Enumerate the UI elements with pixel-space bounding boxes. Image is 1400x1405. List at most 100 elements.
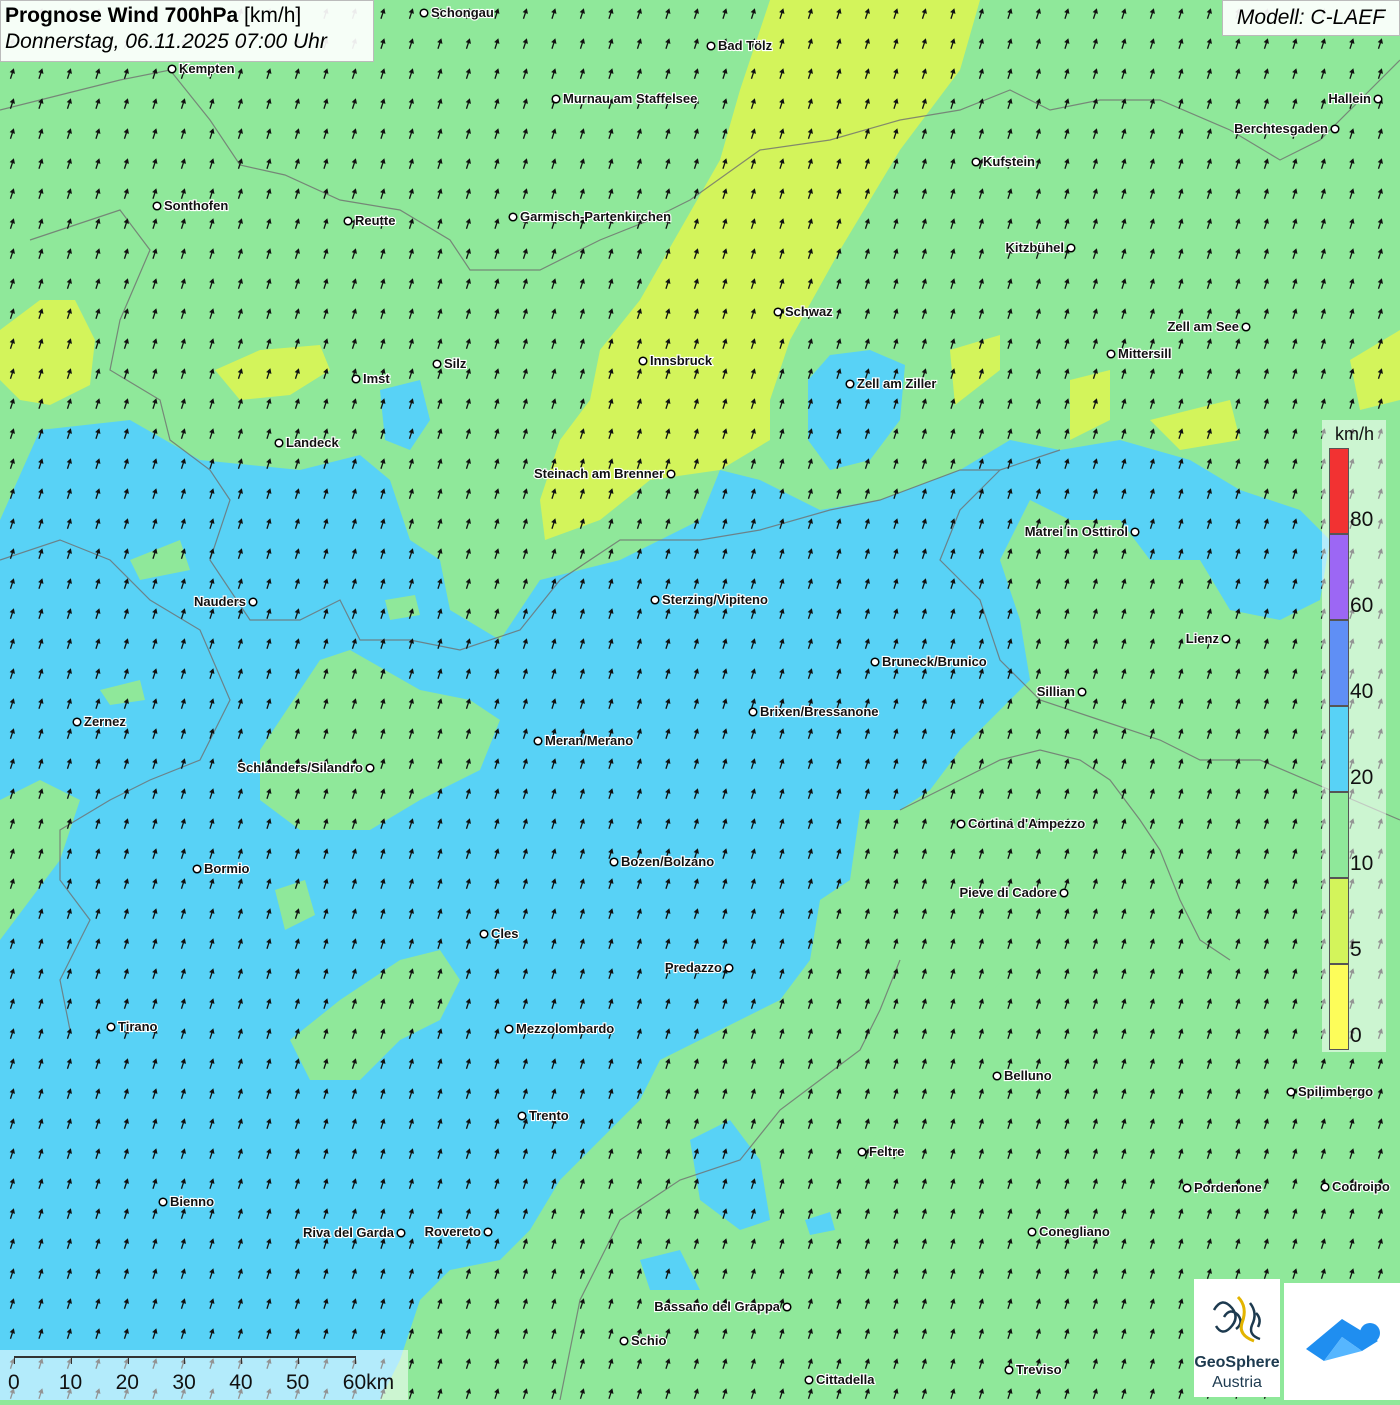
city-label: Garmisch-Partenkirchen (520, 209, 671, 224)
city-label: Sterzing/Vipiteno (662, 592, 768, 607)
city-dot (619, 1336, 629, 1346)
city-label: Matrei in Osttirol (1025, 524, 1128, 539)
city-dot (504, 1024, 514, 1034)
city-marker: Zell am Ziller (845, 375, 938, 392)
legend-tick-label: 60 (1350, 594, 1374, 617)
legend-color-band (1329, 878, 1349, 964)
city-label: Imst (363, 371, 390, 386)
legend-tick-label: 0 (1350, 1024, 1362, 1047)
city-label: Predazzo (665, 960, 722, 975)
city-dot (365, 763, 375, 773)
city-dot (152, 201, 162, 211)
city-dot (870, 657, 880, 667)
map-title: Prognose Wind 700hPa [km/h] (5, 4, 369, 28)
city-label: Schwaz (785, 304, 833, 319)
city-label: Schongau (431, 5, 494, 20)
city-marker: Berchtesgaden (1233, 120, 1340, 137)
city-label: Bormio (204, 861, 250, 876)
forecast-datetime: Donnerstag, 06.11.2025 07:00 Uhr (5, 30, 327, 53)
city-label: Cittadella (816, 1372, 875, 1387)
city-label: Mittersill (1118, 346, 1171, 361)
city-dot (419, 8, 429, 18)
title-box: Prognose Wind 700hPa [km/h] Donnerstag, … (0, 0, 374, 62)
city-dot (479, 929, 489, 939)
city-label: Landeck (286, 435, 340, 450)
city-label: Pordenone (1194, 1180, 1262, 1195)
legend-color-band (1329, 706, 1349, 792)
city-label: Riva del Garda (303, 1225, 395, 1240)
city-marker: Sterzing/Vipiteno (650, 591, 769, 608)
scale-tick (127, 1356, 129, 1364)
city-label: Rovereto (425, 1224, 481, 1239)
legend-color-band (1329, 620, 1349, 706)
city-marker: Conegliano (1027, 1223, 1111, 1240)
city-label: Kufstein (983, 154, 1035, 169)
city-label: Bienno (170, 1194, 214, 1209)
legend-unit: km/h (1335, 424, 1375, 444)
city-dot (956, 819, 966, 829)
city-label: Kitzbühel (1006, 240, 1065, 255)
city-dot (1059, 888, 1069, 898)
city-dot (1182, 1183, 1192, 1193)
geosphere-logo[interactable]: GeoSphere Austria (1194, 1279, 1280, 1397)
city-dot (396, 1228, 406, 1238)
city-dot (1077, 687, 1087, 697)
legend-tick-label: 20 (1350, 766, 1374, 789)
city-dot (1320, 1182, 1330, 1192)
city-dot (748, 707, 758, 717)
city-marker: Pieve di Cadore (958, 884, 1069, 901)
city-dot (609, 857, 619, 867)
city-marker: Riva del Garda (302, 1224, 406, 1241)
city-dot (192, 864, 202, 874)
city-dot (106, 1022, 116, 1032)
model-label: Modell: C-LAEF (1222, 0, 1400, 36)
city-marker: Garmisch-Partenkirchen (508, 208, 672, 225)
city-dot (508, 212, 518, 222)
city-dot (351, 374, 361, 384)
city-label: Conegliano (1039, 1224, 1110, 1239)
app-logo[interactable] (1284, 1283, 1400, 1400)
city-label: Spilimbergo (1298, 1084, 1373, 1099)
legend-color-band (1329, 534, 1349, 620)
city-label: Codroipo (1332, 1179, 1390, 1194)
city-marker: Cortina d'Ampezzo (956, 815, 1086, 832)
scale-tick (70, 1356, 72, 1364)
city-marker: Schongau (419, 4, 495, 21)
city-marker: Bassano del Grappa (653, 1298, 792, 1315)
city-dot (1027, 1227, 1037, 1237)
city-label: Belluno (1004, 1068, 1052, 1083)
city-marker: Zell am See (1166, 318, 1251, 335)
city-label: Meran/Merano (545, 733, 633, 748)
scale-label: 60km (342, 1371, 395, 1394)
city-marker: Bruneck/Brunico (870, 653, 988, 670)
city-label: Schio (631, 1333, 666, 1348)
city-marker: Bad Tölz (706, 37, 774, 54)
cloud-arrow-icon (1306, 1319, 1380, 1361)
city-dot (343, 216, 353, 226)
city-marker: Innsbruck (638, 352, 714, 369)
city-label: Murnau am Staffelsee (563, 91, 697, 106)
city-label: Feltre (869, 1144, 904, 1159)
legend-tick-label: 5 (1350, 938, 1362, 961)
city-label: Berchtesgaden (1234, 121, 1328, 136)
city-marker: Meran/Merano (533, 732, 634, 749)
scale-label: 50 (286, 1371, 310, 1394)
city-label: Bassano del Grappa (654, 1299, 780, 1314)
city-dot (650, 595, 660, 605)
scale-label: 40 (229, 1371, 253, 1394)
city-label: Cortina d'Ampezzo (968, 816, 1085, 831)
city-dot (666, 469, 676, 479)
city-label: Hallein (1328, 91, 1371, 106)
city-marker: Brixen/Bressanone (748, 703, 880, 720)
city-marker: Pordenone (1182, 1179, 1263, 1196)
geosphere-subname: Austria (1212, 1374, 1262, 1391)
wind-map: Schongau Bad Tölz Kempten Murnau am Staffel… (0, 0, 1400, 1400)
city-dot (773, 307, 783, 317)
legend-tick-label: 10 (1350, 852, 1374, 875)
city-label: Steinach am Brenner (534, 466, 664, 481)
city-label: Silz (444, 356, 467, 371)
city-dot (533, 736, 543, 746)
city-dot (517, 1111, 527, 1121)
city-dot (483, 1227, 493, 1237)
city-marker: Bozen/Bolzano (609, 853, 715, 870)
